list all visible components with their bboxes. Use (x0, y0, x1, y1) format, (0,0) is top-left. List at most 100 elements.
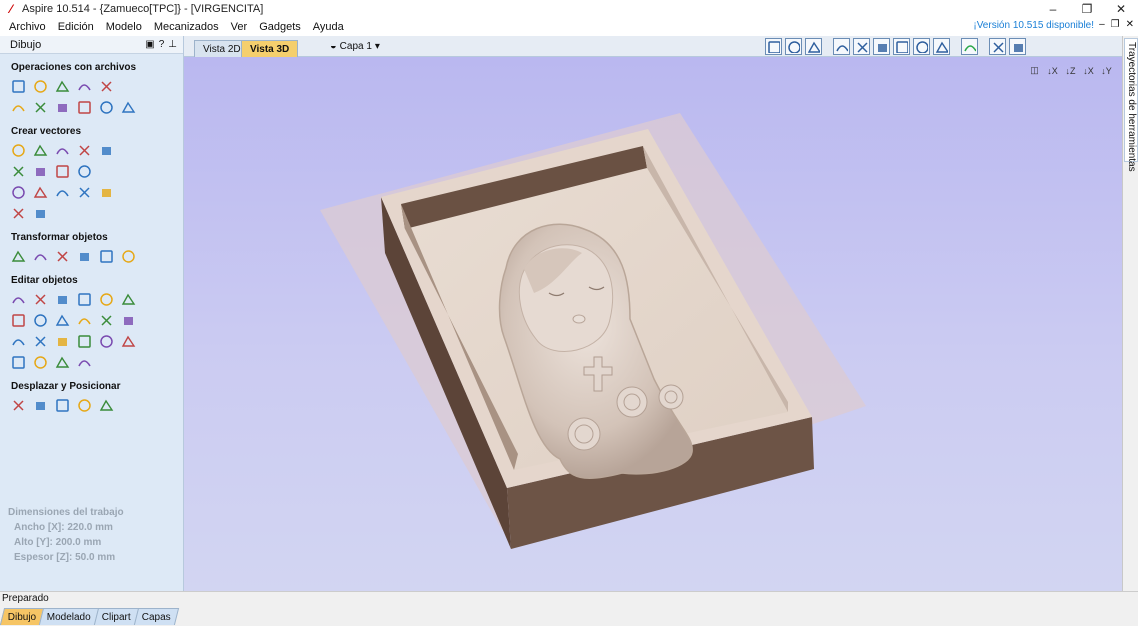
array-icon[interactable] (33, 398, 48, 413)
offset-icon[interactable] (55, 313, 70, 328)
menu-modelo[interactable]: Modelo (100, 21, 148, 33)
zoom-window-icon[interactable] (785, 38, 802, 55)
angle-icon[interactable] (11, 334, 26, 349)
smooth-icon[interactable] (55, 334, 70, 349)
zoom-extents-icon[interactable] (765, 38, 782, 55)
scale-icon[interactable] (33, 249, 48, 264)
distort-icon[interactable] (99, 249, 114, 264)
pan-icon[interactable] (933, 38, 950, 55)
menu-edicion[interactable]: Edición (52, 21, 100, 33)
pin-icon[interactable]: ⊥ (168, 39, 177, 50)
bracket-2-icon[interactable] (55, 355, 70, 370)
group-icon[interactable] (77, 292, 92, 307)
node-edit-icon[interactable] (33, 292, 48, 307)
cut-icon[interactable] (33, 100, 48, 115)
weld-icon[interactable] (11, 313, 26, 328)
grid-icon[interactable] (805, 38, 822, 55)
table-icon[interactable] (99, 185, 114, 200)
select-pointer-icon[interactable] (11, 292, 26, 307)
3d-viewport[interactable]: ◫ ↓X ↓Z ↓X ↓Y (184, 57, 1122, 591)
axis-z-icon[interactable]: ↓Z (1063, 63, 1078, 78)
bracket-3-icon[interactable] (77, 355, 92, 370)
layout-2-icon[interactable] (1009, 38, 1026, 55)
v-shape-icon[interactable] (33, 334, 48, 349)
save-icon[interactable] (55, 79, 70, 94)
tab-dibujo[interactable]: Dibujo (0, 608, 45, 625)
mdi-restore-button[interactable]: ❐ (1111, 19, 1120, 30)
dimension-icon[interactable] (77, 185, 92, 200)
open-job-icon[interactable] (77, 79, 92, 94)
open-folder-icon[interactable] (33, 79, 48, 94)
close-button[interactable]: ✕ (1104, 0, 1138, 18)
join-icon[interactable] (77, 313, 92, 328)
tab-clipart[interactable]: Clipart (94, 608, 140, 625)
polygon-icon[interactable] (77, 143, 92, 158)
align-icon[interactable] (55, 249, 70, 264)
arrows-icon[interactable] (77, 334, 92, 349)
center-icon[interactable] (121, 249, 136, 264)
spiral-icon[interactable] (77, 164, 92, 179)
tab-vista-3d[interactable]: Vista 3D (241, 40, 299, 57)
panel-dock-icon[interactable]: ▣ (145, 39, 154, 50)
fillet-icon[interactable] (11, 206, 26, 221)
iso-view-icon[interactable]: ◫ (1027, 63, 1042, 78)
path-offset-icon[interactable] (77, 398, 92, 413)
select-all-icon[interactable] (11, 100, 26, 115)
trim-edge-icon[interactable] (99, 334, 114, 349)
layout-1-icon[interactable] (989, 38, 1006, 55)
rounded-rect-icon[interactable] (11, 355, 26, 370)
update-available-link[interactable]: ¡Versión 10.515 disponible! (973, 20, 1094, 31)
polyline-icon[interactable] (11, 164, 26, 179)
copy-icon[interactable] (55, 100, 70, 115)
curve-icon[interactable] (55, 164, 70, 179)
axis-y-icon[interactable]: ↓Y (1099, 63, 1114, 78)
star-icon[interactable] (99, 143, 114, 158)
rectangle-icon[interactable] (55, 143, 70, 158)
scissors-icon[interactable] (99, 313, 114, 328)
measure-icon[interactable] (33, 206, 48, 221)
new-file-icon[interactable] (11, 79, 26, 94)
text-icon[interactable] (11, 185, 26, 200)
redo-icon[interactable] (121, 100, 136, 115)
knife-icon[interactable] (121, 313, 136, 328)
copy-along-icon[interactable] (55, 398, 70, 413)
mdi-close-button[interactable]: ✕ (1126, 19, 1134, 30)
circle-icon[interactable] (11, 143, 26, 158)
axis-x2-icon[interactable]: ↓X (1081, 63, 1096, 78)
bracket-1-icon[interactable] (33, 355, 48, 370)
menu-ayuda[interactable]: Ayuda (307, 21, 350, 33)
render-icon[interactable] (961, 38, 978, 55)
text-on-curve-icon[interactable] (55, 185, 70, 200)
trim-icon[interactable] (121, 292, 136, 307)
menu-mecanizados[interactable]: Mecanizados (148, 21, 225, 33)
ungroup-icon[interactable] (99, 292, 114, 307)
image-icon[interactable] (121, 334, 136, 349)
tab-modelado[interactable]: Modelado (39, 608, 100, 625)
menu-archivo[interactable]: Archivo (0, 21, 52, 33)
help-icon[interactable]: ? (159, 39, 165, 50)
mdi-minimize-button[interactable]: – (1099, 19, 1105, 30)
ellipse-icon[interactable] (33, 143, 48, 158)
toolpaths-tab[interactable]: Trayectorias de herramientas (1124, 38, 1138, 172)
nest-icon[interactable] (11, 398, 26, 413)
menu-gadgets[interactable]: Gadgets (253, 21, 307, 33)
move-icon[interactable] (11, 249, 26, 264)
undo-icon[interactable] (99, 100, 114, 115)
import-icon[interactable] (99, 79, 114, 94)
paste-icon[interactable] (77, 100, 92, 115)
subtract-icon[interactable] (33, 313, 48, 328)
rotate-icon[interactable] (913, 38, 930, 55)
zoom-fit-icon[interactable] (893, 38, 910, 55)
zoom-out-icon[interactable] (873, 38, 890, 55)
snap-icon[interactable] (833, 38, 850, 55)
zoom-in-icon[interactable] (853, 38, 870, 55)
node-add-icon[interactable] (55, 292, 70, 307)
menu-ver[interactable]: Ver (225, 21, 254, 33)
block-array-icon[interactable] (99, 398, 114, 413)
arc-icon[interactable] (33, 164, 48, 179)
text-box-icon[interactable] (33, 185, 48, 200)
layer-dropdown[interactable]: ◒ Capa 1 ▾ (330, 40, 380, 52)
mirror-icon[interactable] (77, 249, 92, 264)
maximize-button[interactable]: ❐ (1070, 0, 1104, 18)
tab-capas[interactable]: Capas (134, 608, 180, 625)
